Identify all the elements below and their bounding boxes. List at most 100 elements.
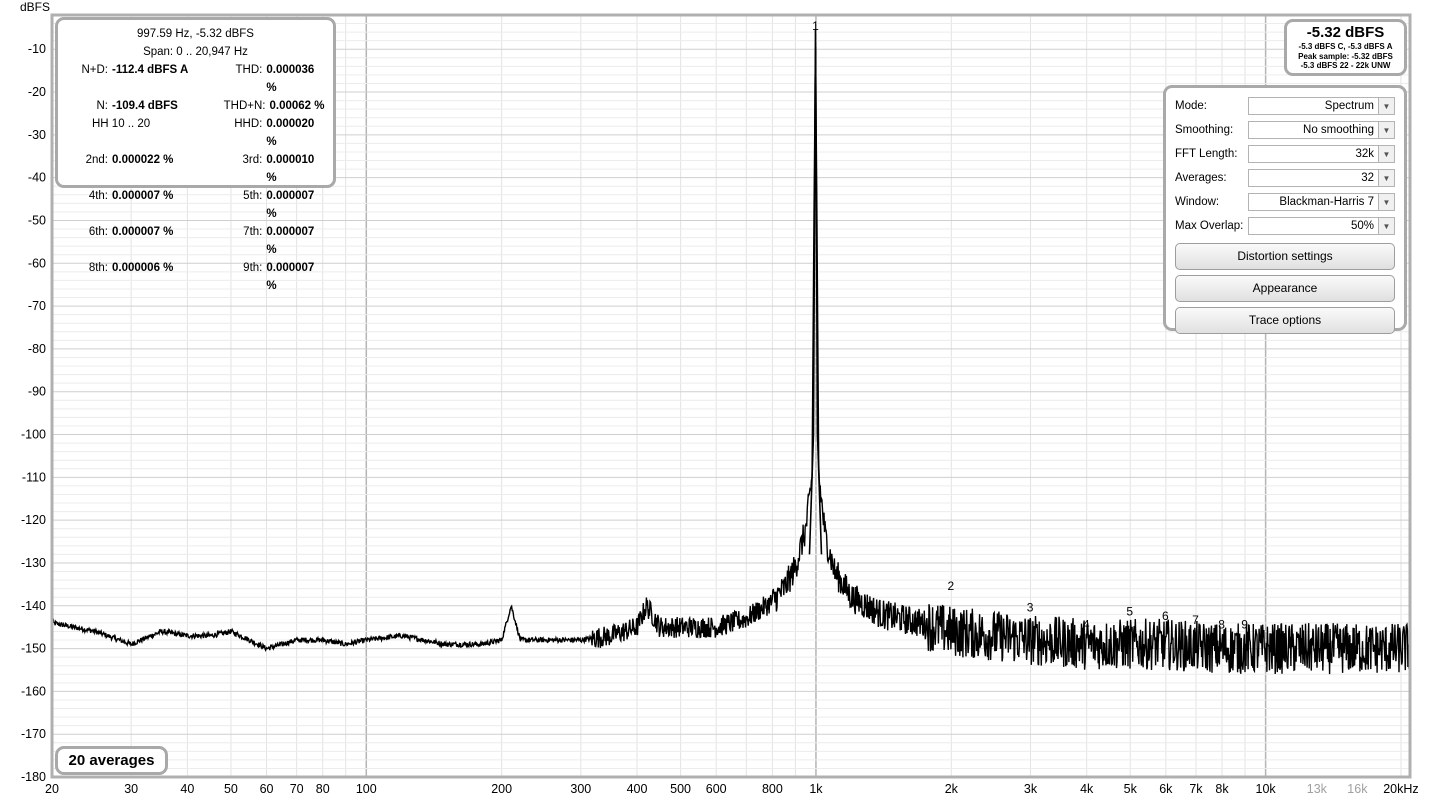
distortion-cell: THD+N: 0.00062 % bbox=[196, 97, 326, 115]
y-axis-unit: dBFS bbox=[20, 0, 51, 14]
level-unweighted-readout: -5.3 dBFS 22 - 22k UNW bbox=[1300, 61, 1391, 70]
distortion-panel: 997.59 Hz, -5.32 dBFS Span: 0 .. 20,947 … bbox=[55, 17, 336, 292]
chevron-down-icon: ▼ bbox=[1378, 98, 1394, 114]
y-tick-label: -130 bbox=[21, 556, 46, 570]
x-tick-label: 13k bbox=[1307, 782, 1328, 796]
x-tick-label: 40 bbox=[180, 782, 194, 796]
distortion-cell: 9th: 0.000007 % bbox=[196, 259, 326, 295]
distortion-label: THD: bbox=[235, 64, 263, 76]
window-select[interactable]: Blackman-Harris 7 ▼ bbox=[1248, 193, 1395, 211]
harmonic-marker-label: 8 bbox=[1218, 617, 1225, 631]
y-tick-label: -60 bbox=[28, 256, 46, 270]
x-tick-label: 500 bbox=[670, 782, 691, 796]
harmonic-marker-label: 5 bbox=[1126, 605, 1133, 619]
y-tick-label: -150 bbox=[21, 642, 46, 656]
span-readout: Span: 0 .. 20,947 Hz bbox=[143, 46, 248, 58]
x-tick-label: 5k bbox=[1124, 782, 1138, 796]
harmonic-marker-label: 7 bbox=[1192, 613, 1199, 627]
fft-length-select[interactable]: 32k ▼ bbox=[1248, 145, 1395, 163]
distortion-value: -109.4 dBFS bbox=[112, 100, 178, 112]
distortion-cell: 7th: 0.000007 % bbox=[196, 223, 326, 259]
distortion-label: 5th: bbox=[243, 190, 263, 202]
y-tick-label: -140 bbox=[21, 599, 46, 613]
y-tick-label: -50 bbox=[28, 213, 46, 227]
harmonic-marker-label: 9 bbox=[1241, 617, 1248, 631]
distortion-label: 2nd: bbox=[85, 154, 108, 166]
mode-value: Spectrum bbox=[1324, 100, 1374, 112]
distortion-cell: N: -109.4 dBFS bbox=[66, 97, 196, 115]
x-tick-label: 70 bbox=[290, 782, 304, 796]
distortion-label: 8th: bbox=[88, 262, 108, 274]
y-tick-label: -80 bbox=[28, 342, 46, 356]
x-tick-label: 10k bbox=[1256, 782, 1277, 796]
x-tick-label: 200 bbox=[491, 782, 512, 796]
distortion-label: 6th: bbox=[88, 226, 108, 238]
distortion-value: 0.000010 % bbox=[266, 154, 315, 184]
harmonic-marker-label: 2 bbox=[947, 579, 954, 593]
x-tick-label: 60 bbox=[260, 782, 274, 796]
window-label: Window: bbox=[1175, 196, 1220, 208]
x-tick-label: 300 bbox=[570, 782, 591, 796]
appearance-button[interactable]: Appearance bbox=[1175, 275, 1395, 302]
distortion-value: -112.4 dBFS A bbox=[112, 64, 189, 76]
distortion-value: 0.000007 % bbox=[112, 226, 174, 238]
distortion-cell: 4th: 0.000007 % bbox=[66, 187, 196, 223]
x-tick-label: 20kHz bbox=[1383, 782, 1418, 796]
smoothing-select[interactable]: No smoothing ▼ bbox=[1248, 121, 1395, 139]
trace-options-button[interactable]: Trace options bbox=[1175, 307, 1395, 334]
distortion-settings-button[interactable]: Distortion settings bbox=[1175, 243, 1395, 270]
distortion-cell: 3rd: 0.000010 % bbox=[196, 151, 326, 187]
y-tick-label: -30 bbox=[28, 128, 46, 142]
y-tick-label: -120 bbox=[21, 513, 46, 527]
distortion-label: HH 10 .. 20 bbox=[92, 118, 151, 130]
y-tick-label: -90 bbox=[28, 385, 46, 399]
x-tick-label: 50 bbox=[224, 782, 238, 796]
distortion-cell: HH 10 .. 20 bbox=[66, 115, 196, 151]
chevron-down-icon: ▼ bbox=[1378, 170, 1394, 186]
chevron-down-icon: ▼ bbox=[1378, 146, 1394, 162]
distortion-row: 6th: 0.000007 % 7th: 0.000007 % bbox=[66, 223, 325, 259]
y-tick-label: -100 bbox=[21, 428, 46, 442]
x-tick-label: 3k bbox=[1024, 782, 1038, 796]
distortion-row: 8th: 0.000006 % 9th: 0.000007 % bbox=[66, 259, 325, 295]
x-tick-label: 7k bbox=[1189, 782, 1203, 796]
fft-length-value: 32k bbox=[1355, 148, 1374, 160]
y-tick-label: -40 bbox=[28, 171, 46, 185]
distortion-value: 0.000022 % bbox=[112, 154, 174, 166]
x-tick-label: 4k bbox=[1080, 782, 1094, 796]
distortion-value: 0.000007 % bbox=[266, 226, 315, 256]
fundamental-readout: 997.59 Hz, -5.32 dBFS bbox=[137, 28, 254, 40]
distortion-value: 0.000036 % bbox=[266, 64, 315, 94]
level-main-readout: -5.32 dBFS bbox=[1306, 24, 1385, 41]
x-tick-label: 80 bbox=[316, 782, 330, 796]
max-overlap-value: 50% bbox=[1350, 220, 1374, 232]
distortion-value: 0.000007 % bbox=[266, 262, 315, 292]
x-tick-label: 8k bbox=[1215, 782, 1229, 796]
max-overlap-select[interactable]: 50% ▼ bbox=[1248, 217, 1395, 235]
y-tick-label: -110 bbox=[22, 470, 46, 484]
y-tick-label: -170 bbox=[21, 727, 46, 741]
smoothing-value: No smoothing bbox=[1303, 124, 1374, 136]
distortion-cell: 5th: 0.000007 % bbox=[196, 187, 326, 223]
x-tick-label: 600 bbox=[706, 782, 727, 796]
mode-select[interactable]: Spectrum ▼ bbox=[1248, 97, 1395, 115]
averages-label: Averages: bbox=[1175, 172, 1227, 184]
distortion-label: N: bbox=[96, 100, 109, 112]
distortion-row: 4th: 0.000007 % 5th: 0.000007 % bbox=[66, 187, 325, 223]
averages-select[interactable]: 32 ▼ bbox=[1248, 169, 1395, 187]
distortion-value: 0.000020 % bbox=[266, 118, 315, 148]
distortion-label: HHD: bbox=[234, 118, 263, 130]
distortion-cell: THD: 0.000036 % bbox=[196, 61, 326, 97]
distortion-row: N: -109.4 dBFS THD+N: 0.00062 % bbox=[66, 97, 325, 115]
max-overlap-label: Max Overlap: bbox=[1175, 220, 1244, 232]
distortion-value: 0.000007 % bbox=[112, 190, 174, 202]
x-tick-label: 100 bbox=[356, 782, 377, 796]
y-tick-label: -70 bbox=[28, 299, 46, 313]
distortion-cell: 2nd: 0.000022 % bbox=[66, 151, 196, 187]
x-tick-label: 800 bbox=[762, 782, 783, 796]
x-tick-label: 30 bbox=[124, 782, 138, 796]
distortion-cell: HHD: 0.000020 % bbox=[196, 115, 326, 151]
chevron-down-icon: ▼ bbox=[1378, 218, 1394, 234]
chevron-down-icon: ▼ bbox=[1378, 194, 1394, 210]
averages-value: 32 bbox=[1361, 172, 1374, 184]
